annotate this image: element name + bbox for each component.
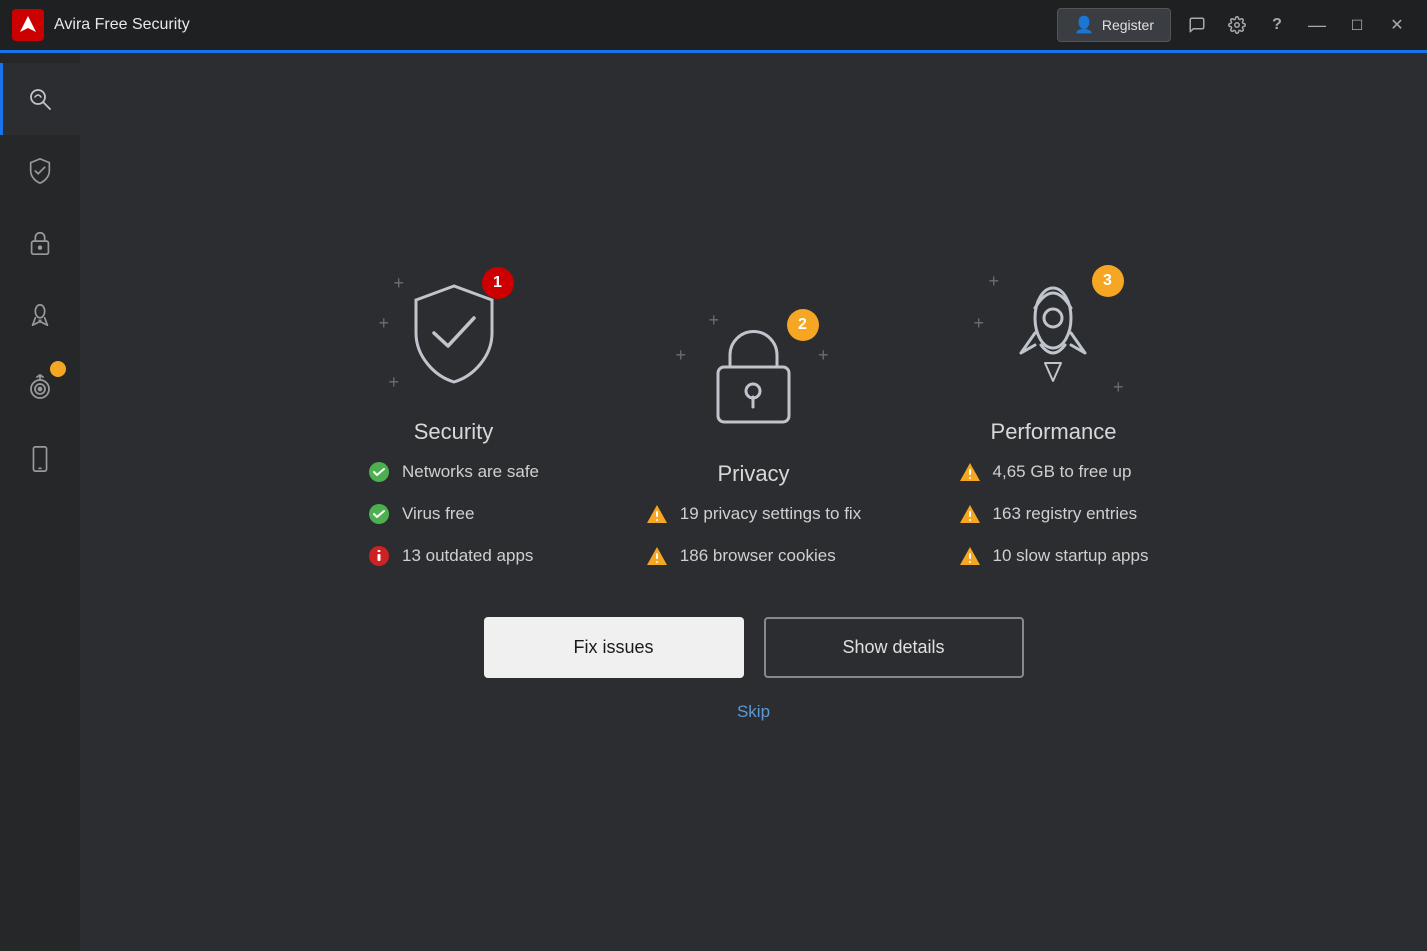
issue-registry: 163 registry entries — [959, 503, 1138, 525]
security-icon — [26, 157, 54, 185]
ok-icon — [368, 461, 390, 483]
plus-deco: + — [818, 345, 829, 366]
message-icon-button[interactable] — [1179, 7, 1215, 43]
performance-category: + + + + — [934, 263, 1174, 567]
lock-illustration — [706, 317, 801, 432]
warning-icon — [646, 503, 668, 525]
minimize-button[interactable]: — — [1299, 7, 1335, 43]
sidebar-item-performance[interactable] — [0, 279, 80, 351]
warning-icon-5 — [959, 545, 981, 567]
show-details-button[interactable]: Show details — [764, 617, 1024, 678]
help-icon-button[interactable]: ? — [1259, 7, 1295, 43]
rocket-illustration — [1001, 273, 1106, 393]
privacy-icon — [26, 229, 54, 257]
plus-deco: + — [676, 345, 687, 366]
issue-cookies: 186 browser cookies — [646, 545, 836, 567]
sidebar-item-scan[interactable] — [0, 63, 80, 135]
security-category: + + + + 1 Security — [334, 263, 574, 567]
action-buttons: Fix issues Show details — [484, 617, 1024, 678]
plus-deco: + — [989, 271, 1000, 292]
performance-icon — [26, 301, 54, 329]
issue-virus: Virus free — [368, 503, 474, 525]
plus-deco: + — [394, 273, 405, 294]
performance-issues: 4,65 GB to free up 163 registry entries — [959, 461, 1149, 567]
privacy-badge: 2 — [787, 309, 819, 341]
skip-link[interactable]: Skip — [737, 702, 770, 722]
close-button[interactable]: ✕ — [1379, 7, 1415, 43]
issue-gb: 4,65 GB to free up — [959, 461, 1132, 483]
plus-deco: + — [389, 372, 400, 393]
fix-issues-button[interactable]: Fix issues — [484, 617, 744, 678]
sidebar-item-privacy[interactable] — [0, 207, 80, 279]
sidebar — [0, 53, 80, 951]
categories-row: + + + + 1 Security — [334, 263, 1174, 567]
privacy-issues: 19 privacy settings to fix 186 browser c… — [646, 503, 861, 567]
plus-deco: + — [1113, 377, 1124, 398]
privacy-category-name: Privacy — [717, 461, 789, 487]
app-title: Avira Free Security — [54, 16, 1057, 34]
window-controls: ? — ☐ ✕ — [1179, 7, 1415, 43]
performance-category-name: Performance — [991, 419, 1117, 445]
warning-icon-2 — [646, 545, 668, 567]
ok-icon-2 — [368, 503, 390, 525]
app-logo — [12, 9, 44, 41]
security-badge: 1 — [482, 267, 514, 299]
issue-outdated: 13 outdated apps — [368, 545, 533, 567]
register-button[interactable]: 👤 Register — [1057, 8, 1171, 42]
titlebar: Avira Free Security 👤 Register ? — ☐ ✕ — [0, 0, 1427, 50]
performance-badge: 3 — [1092, 265, 1124, 297]
content-area: + + + + 1 Security — [80, 53, 1427, 951]
security-icon-wrapper: + + + + 1 — [384, 263, 524, 403]
settings-icon-button[interactable] — [1219, 7, 1255, 43]
sidebar-item-mobile[interactable] — [0, 423, 80, 495]
user-icon: 👤 — [1074, 15, 1094, 35]
security-issues: Networks are safe Virus free — [368, 461, 539, 567]
sidebar-item-updates[interactable] — [0, 351, 80, 423]
privacy-category: + + + 2 Privacy — [634, 305, 874, 567]
plus-deco: + — [379, 313, 390, 334]
maximize-button[interactable]: ☐ — [1339, 7, 1375, 43]
register-label: Register — [1102, 17, 1154, 33]
security-category-name: Security — [414, 419, 493, 445]
issue-privacy-settings: 19 privacy settings to fix — [646, 503, 861, 525]
scan-icon — [26, 85, 54, 113]
issue-networks: Networks are safe — [368, 461, 539, 483]
issue-startup: 10 slow startup apps — [959, 545, 1149, 567]
mobile-icon — [26, 445, 54, 473]
privacy-icon-wrapper: + + + 2 — [684, 305, 824, 445]
main-layout: + + + + 1 Security — [0, 53, 1427, 951]
sidebar-item-security[interactable] — [0, 135, 80, 207]
performance-icon-wrapper: + + + + — [984, 263, 1124, 403]
warning-icon-3 — [959, 461, 981, 483]
plus-deco: + — [709, 310, 720, 331]
updates-badge — [50, 361, 66, 377]
error-icon — [368, 545, 390, 567]
updates-icon — [26, 373, 54, 401]
plus-deco: + — [974, 313, 985, 334]
warning-icon-4 — [959, 503, 981, 525]
